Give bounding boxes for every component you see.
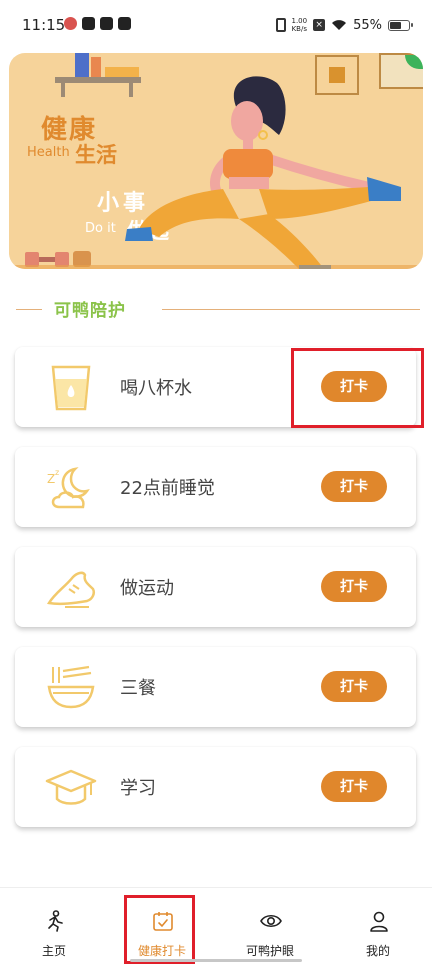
status-time: 11:15 bbox=[22, 16, 66, 34]
water-cup-icon bbox=[51, 365, 91, 411]
running-person-icon bbox=[48, 910, 63, 932]
highlight-box-nav bbox=[124, 895, 195, 964]
speed-unit: KB/s bbox=[291, 25, 307, 33]
nav-label: 主页 bbox=[41, 944, 66, 958]
book-decoration bbox=[75, 53, 89, 77]
eye-icon bbox=[260, 914, 282, 928]
home-indicator[interactable] bbox=[130, 959, 302, 962]
section-title: 可鸭陪护 bbox=[54, 301, 126, 321]
checkin-button-sleep[interactable]: 打卡 bbox=[321, 471, 387, 502]
task-label: 学习 bbox=[120, 778, 156, 799]
svg-text:Z: Z bbox=[47, 472, 55, 486]
checkin-button-meals[interactable]: 打卡 bbox=[321, 671, 387, 702]
vibrate-icon bbox=[275, 18, 286, 32]
user-icon bbox=[370, 911, 388, 932]
graduation-cap-icon bbox=[45, 769, 97, 805]
svg-text:z: z bbox=[55, 468, 59, 477]
nav-item-eye-care[interactable]: 可鸭护眼 bbox=[216, 888, 324, 965]
message-notification-icon bbox=[118, 17, 131, 30]
speed-value: 1.00 bbox=[291, 17, 308, 25]
wifi-icon bbox=[332, 20, 347, 30]
shelf-leg bbox=[61, 83, 65, 97]
status-bar: 11:15 1.00 KB/s × 55% bbox=[0, 0, 432, 50]
task-label: 做运动 bbox=[120, 578, 174, 599]
status-indicators: 1.00 KB/s × 55% bbox=[275, 16, 413, 34]
task-card-meals[interactable]: 三餐 打卡 bbox=[15, 647, 416, 727]
bottom-navigation: 主页 健康打卡 可鸭护眼 我的 bbox=[0, 887, 432, 965]
checkin-button-study[interactable]: 打卡 bbox=[321, 771, 387, 802]
nav-item-profile[interactable]: 我的 bbox=[324, 888, 432, 965]
checkin-button-exercise[interactable]: 打卡 bbox=[321, 571, 387, 602]
sneaker-icon bbox=[46, 571, 95, 608]
nav-item-home[interactable]: 主页 bbox=[0, 888, 108, 965]
divider-line bbox=[162, 309, 420, 310]
divider-line bbox=[16, 309, 42, 310]
exercising-woman-illustration bbox=[125, 76, 401, 269]
battery-percent: 55% bbox=[353, 17, 382, 33]
banner-slogan-en: Do it bbox=[85, 221, 116, 236]
floor-decoration bbox=[9, 265, 423, 269]
banner-title-sub: 生活 bbox=[75, 143, 117, 167]
task-label: 22点前睡觉 bbox=[120, 478, 215, 499]
task-label: 喝八杯水 bbox=[120, 378, 192, 399]
task-card-sleep[interactable]: Z z 22点前睡觉 打卡 bbox=[15, 447, 416, 527]
nav-label: 可鸭护眼 bbox=[245, 944, 294, 958]
banner-title-en: Health bbox=[27, 145, 70, 160]
health-banner[interactable]: 健康 Health 生活 小事 Do it 做起 bbox=[9, 53, 423, 269]
battery-icon bbox=[388, 19, 413, 31]
task-label: 三餐 bbox=[120, 678, 156, 699]
highlight-box-checkin bbox=[291, 348, 424, 428]
network-speed: 1.00 KB/s bbox=[292, 17, 308, 33]
notification-app-icon bbox=[64, 17, 77, 30]
section-header: 可鸭陪护 bbox=[16, 294, 420, 324]
task-card-study[interactable]: 学习 打卡 bbox=[15, 747, 416, 827]
task-card-exercise[interactable]: 做运动 打卡 bbox=[15, 547, 416, 627]
calendar-notification-icon bbox=[100, 17, 113, 30]
sim-x-icon: × bbox=[313, 19, 326, 31]
book-decoration bbox=[91, 57, 101, 77]
moon-cloud-icon: Z z bbox=[47, 467, 90, 509]
tiktok-icon bbox=[82, 17, 95, 30]
nav-label: 我的 bbox=[365, 944, 390, 958]
noodle-bowl-icon bbox=[47, 665, 95, 709]
